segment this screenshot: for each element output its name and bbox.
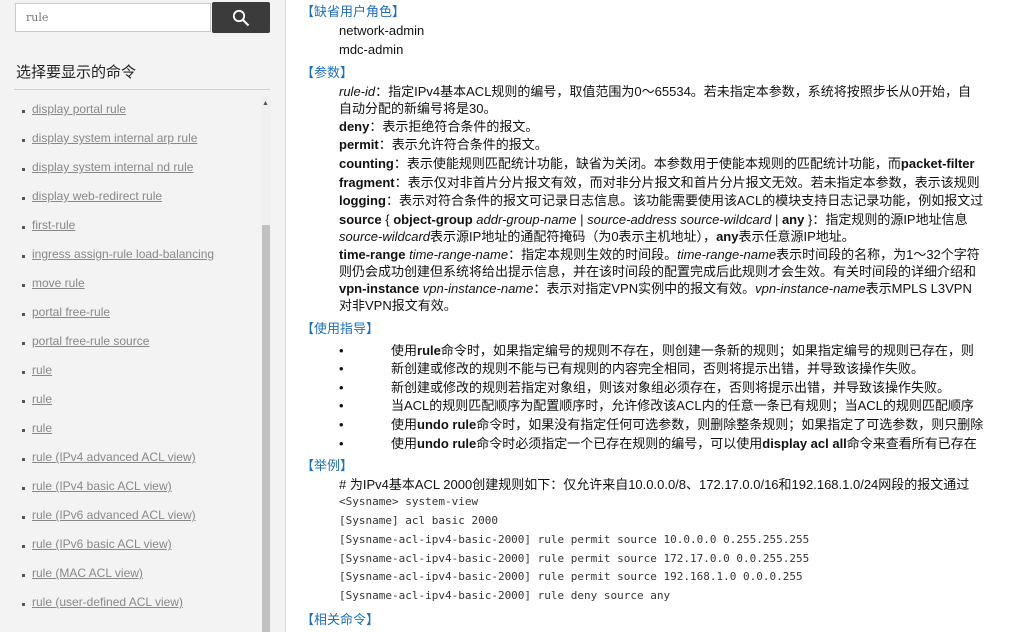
sidebar-command-link[interactable]: rule (IPv4 advanced ACL view) bbox=[32, 450, 196, 464]
role-network-admin: network-admin bbox=[339, 23, 425, 38]
sidebar-command-item[interactable]: portal free-rule bbox=[0, 299, 260, 328]
usage-item-2: • 新创建或修改的规则不能与已有规则的内容完全相同，否则将提示出错，并导致该操作失… bbox=[339, 361, 925, 376]
usage-item-5: • 使用undo rule命令时，如果没有指定任何可选参数，则删除整条规则；如果指… bbox=[339, 417, 984, 432]
sidebar-command-item[interactable]: rule (IPv6 advanced ACL view) bbox=[0, 502, 260, 531]
bullet-icon bbox=[22, 226, 25, 229]
sidebar-command-item[interactable]: rule (IPv4 advanced ACL view) bbox=[0, 444, 260, 473]
bullet-icon bbox=[22, 197, 25, 200]
param-fragment: fragment：表示仅对非首片分片报文有效，而对非分片报文和首片分片报文无效。… bbox=[339, 175, 980, 190]
search-button[interactable] bbox=[212, 2, 270, 33]
sidebar-command-link[interactable]: ingress assign-rule load-balancing bbox=[32, 247, 214, 261]
sidebar-command-link[interactable]: rule (user-defined ACL view) bbox=[32, 595, 183, 609]
sidebar-command-link[interactable]: display system internal arp rule bbox=[32, 131, 197, 145]
sidebar-command-link[interactable]: first-rule bbox=[32, 218, 75, 232]
section-heading-related: 【相关命令】 bbox=[301, 612, 380, 627]
bullet-icon bbox=[22, 371, 25, 374]
sidebar-command-link[interactable]: rule bbox=[32, 392, 52, 406]
sidebar-command-link[interactable]: rule bbox=[32, 421, 52, 435]
sidebar-command-item[interactable]: display portal rule bbox=[0, 96, 260, 125]
sidebar-command-item[interactable]: display web-redirect rule bbox=[0, 183, 260, 212]
param-vpn-instance-cont: 对非VPN报文有效。 bbox=[339, 298, 457, 313]
bullet-icon bbox=[22, 429, 25, 432]
param-source: source { object-group addr-group-name | … bbox=[339, 212, 968, 227]
example-intro: # 为IPv4基本ACL 2000创建规则如下：仅允许来自10.0.0.0/8、… bbox=[339, 477, 970, 492]
search-icon bbox=[232, 9, 250, 26]
param-vpn-instance: vpn-instance vpn-instance-name：表示对指定VPN实… bbox=[339, 281, 972, 296]
command-doc-content: 【缺省用户角色】 network-admin mdc-admin 【参数】 ru… bbox=[286, 0, 1020, 632]
param-time-range-cont: 则仍会成功创建但系统将给出提示信息，并在该时间段的配置完成后此规则才会生效。有关… bbox=[339, 264, 977, 279]
scrollbar-thumb[interactable] bbox=[262, 225, 270, 632]
code-line: [Sysname-acl-ipv4-basic-2000] rule permi… bbox=[339, 570, 803, 583]
bullet-icon bbox=[22, 458, 25, 461]
bullet-icon bbox=[22, 284, 25, 287]
param-rule-id: rule-id：指定IPv4基本ACL规则的编号，取值范围为0～65534。若未… bbox=[339, 84, 972, 99]
sidebar-title: 选择要显示的命令 bbox=[16, 64, 137, 81]
role-mdc-admin: mdc-admin bbox=[339, 42, 404, 57]
bullet-icon bbox=[22, 139, 25, 142]
code-line: [Sysname] acl basic 2000 bbox=[339, 514, 498, 527]
param-time-range: time-range time-range-name：指定本规则生效的时间段。t… bbox=[339, 247, 980, 262]
param-permit: permit：表示允许符合条件的报文。 bbox=[339, 137, 548, 152]
command-list[interactable]: display portal rule display system intern… bbox=[0, 96, 260, 632]
param-logging: logging：表示对符合条件的报文可记录日志信息。该功能需要使用该ACL的模块… bbox=[339, 193, 984, 208]
code-line: [Sysname-acl-ipv4-basic-2000] rule permi… bbox=[339, 552, 810, 565]
sidebar-command-link[interactable]: portal free-rule bbox=[32, 305, 110, 319]
param-source-cont: source-wildcard表示源IP地址的通配符掩码（为0表示主机地址），a… bbox=[339, 229, 855, 244]
sidebar-command-link[interactable]: rule (IPv6 basic ACL view) bbox=[32, 537, 172, 551]
sidebar-command-item[interactable]: rule (MAC ACL view) bbox=[0, 560, 260, 589]
sidebar-command-link[interactable]: rule bbox=[32, 363, 52, 377]
sidebar-command-item[interactable]: display system internal arp rule bbox=[0, 125, 260, 154]
sidebar-command-item[interactable]: rule bbox=[0, 357, 260, 386]
param-counting: counting：表示使能规则匹配统计功能，缺省为关闭。本参数用于使能本规则的匹… bbox=[339, 156, 975, 171]
scroll-up-arrow-icon[interactable]: ▲ bbox=[262, 100, 269, 108]
sidebar-command-link[interactable]: rule (IPv6 advanced ACL view) bbox=[32, 508, 196, 522]
usage-item-6: • 使用undo rule命令时必须指定一个已存在规则的编号，可以使用displa… bbox=[339, 436, 977, 451]
sidebar-command-item[interactable]: portal free-rule source bbox=[0, 328, 260, 357]
sidebar-command-link[interactable]: display system internal nd rule bbox=[32, 160, 193, 174]
sidebar-command-link[interactable]: display portal rule bbox=[32, 102, 126, 116]
bullet-icon bbox=[22, 400, 25, 403]
bullet-icon bbox=[22, 603, 25, 606]
sidebar-command-item[interactable]: rule (IPv6 basic ACL view) bbox=[0, 531, 260, 560]
bullet-icon bbox=[22, 255, 25, 258]
sidebar-command-item[interactable]: first-rule bbox=[0, 212, 260, 241]
sidebar-divider bbox=[14, 89, 270, 90]
sidebar-command-item[interactable]: rule (IPv4 basic ACL view) bbox=[0, 473, 260, 502]
bullet-icon bbox=[22, 313, 25, 316]
bullet-icon bbox=[22, 545, 25, 548]
sidebar-command-link[interactable]: portal free-rule source bbox=[32, 334, 149, 348]
sidebar-command-item[interactable]: rule bbox=[0, 386, 260, 415]
sidebar-command-link[interactable]: rule (IPv4 basic ACL view) bbox=[32, 479, 172, 493]
sidebar-command-item[interactable]: display system internal nd rule bbox=[0, 154, 260, 183]
bullet-icon bbox=[22, 487, 25, 490]
bullet-icon bbox=[22, 516, 25, 519]
sidebar-command-link[interactable]: display web-redirect rule bbox=[32, 189, 162, 203]
sidebar-command-item[interactable]: move rule bbox=[0, 270, 260, 299]
sidebar-command-item[interactable]: ingress assign-rule load-balancing bbox=[0, 241, 260, 270]
sidebar-command-link[interactable]: move rule bbox=[32, 276, 85, 290]
search-input[interactable] bbox=[15, 3, 211, 32]
code-line: [Sysname-acl-ipv4-basic-2000] rule deny … bbox=[339, 589, 671, 602]
code-line: <Sysname> system-view bbox=[339, 495, 479, 508]
sidebar-command-item[interactable]: rule bbox=[0, 415, 260, 444]
usage-item-1: • 使用rule命令时，如果指定编号的规则不存在，则创建一条新的规则；如果指定编号… bbox=[339, 343, 974, 358]
bullet-icon bbox=[22, 168, 25, 171]
param-deny: deny：表示拒绝符合条件的报文。 bbox=[339, 119, 539, 134]
code-line: [Sysname-acl-ipv4-basic-2000] rule permi… bbox=[339, 533, 810, 546]
sidebar-command-item[interactable]: rule (user-defined ACL view) bbox=[0, 589, 260, 618]
usage-item-3: • 新创建或修改的规则若指定对象组，则该对象组必须存在，否则将提示出错，并导致该操… bbox=[339, 380, 951, 395]
bullet-icon bbox=[22, 574, 25, 577]
usage-item-4: • 当ACL的规则匹配顺序为配置顺序时，允许修改该ACL内的任意一条已有规则；当A… bbox=[339, 398, 974, 413]
bullet-icon bbox=[22, 110, 25, 113]
command-sidebar: 选择要显示的命令 display portal rule display syst… bbox=[0, 0, 286, 632]
section-heading-example: 【举例】 bbox=[301, 458, 354, 473]
section-heading-default-roles: 【缺省用户角色】 bbox=[301, 4, 406, 19]
sidebar-command-link[interactable]: rule (MAC ACL view) bbox=[32, 566, 143, 580]
bullet-icon bbox=[22, 342, 25, 345]
section-heading-params: 【参数】 bbox=[301, 65, 354, 80]
section-heading-usage: 【使用指导】 bbox=[301, 321, 380, 336]
param-rule-id-cont: 自动分配的新编号将是30。 bbox=[339, 101, 497, 116]
